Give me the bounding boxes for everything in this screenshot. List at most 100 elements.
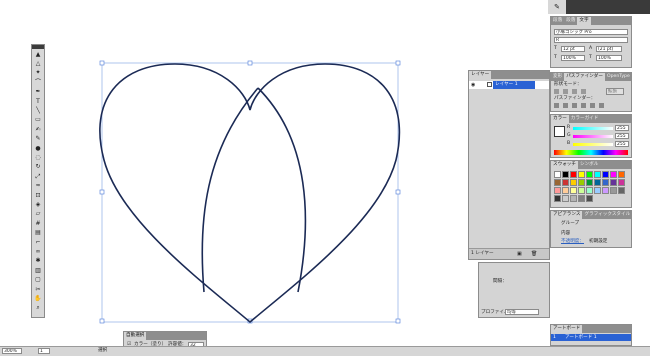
- scale-tool-icon[interactable]: ⤢: [33, 173, 43, 180]
- pen-tool-icon[interactable]: ✒: [33, 89, 43, 96]
- leading-field[interactable]: (21 pt): [596, 46, 622, 52]
- shape-builder-tool-icon[interactable]: ◈: [33, 201, 43, 208]
- merge-icon[interactable]: [572, 103, 577, 108]
- horizontal-scale-field[interactable]: 100%: [596, 55, 622, 61]
- vertical-scale-field[interactable]: 100%: [561, 55, 585, 61]
- swatch[interactable]: [554, 179, 561, 186]
- swatch[interactable]: [618, 179, 625, 186]
- swatch[interactable]: [554, 187, 561, 194]
- swatch[interactable]: [602, 171, 609, 178]
- swatch[interactable]: [610, 171, 617, 178]
- minus-back-icon[interactable]: [599, 103, 604, 108]
- tab-transform[interactable]: 変形: [551, 73, 564, 81]
- rectangle-tool-icon[interactable]: ▭: [33, 117, 43, 124]
- fill-swatch[interactable]: [554, 126, 565, 137]
- swatch[interactable]: [618, 171, 625, 178]
- opacity-link[interactable]: 不透明度：: [561, 239, 584, 245]
- swatch[interactable]: [594, 179, 601, 186]
- intersect-icon[interactable]: [572, 89, 577, 94]
- swatch[interactable]: [570, 187, 577, 194]
- swatch[interactable]: [594, 171, 601, 178]
- swatch[interactable]: [586, 195, 593, 202]
- swatch[interactable]: [562, 171, 569, 178]
- tab-layers[interactable]: レイヤー: [469, 71, 492, 79]
- symbol-sprayer-tool-icon[interactable]: ✱: [33, 258, 43, 265]
- swatch[interactable]: [578, 171, 585, 178]
- swatch[interactable]: [610, 187, 617, 194]
- unite-icon[interactable]: [554, 89, 559, 94]
- swatch[interactable]: [562, 187, 569, 194]
- swatch[interactable]: [562, 179, 569, 186]
- heart-outline-path[interactable]: [99, 63, 401, 324]
- font-style-dropdown[interactable]: R: [554, 37, 628, 43]
- artboard-tool-icon[interactable]: ▢: [33, 277, 43, 284]
- direct-selection-tool-icon[interactable]: △: [33, 60, 43, 67]
- appearance-contents-label[interactable]: 内容: [561, 231, 570, 237]
- graph-tool-icon[interactable]: ▥: [33, 267, 43, 274]
- heart-right-curve-path[interactable]: [257, 87, 307, 293]
- tab-swatches[interactable]: スウォッチ: [551, 161, 578, 169]
- new-layer-icon[interactable]: ▣: [517, 251, 522, 257]
- type-tool-icon[interactable]: T: [33, 98, 43, 105]
- brush-icon[interactable]: ✎: [548, 0, 566, 14]
- tab-graphic-styles[interactable]: グラフィックスタイル: [582, 211, 632, 219]
- tab-color-guide[interactable]: カラーガイド: [569, 115, 601, 123]
- swatch[interactable]: [586, 187, 593, 194]
- artboard-row[interactable]: 1 アートボード 1: [551, 334, 631, 341]
- pencil-tool-icon[interactable]: ✎: [33, 136, 43, 143]
- zoom-tool-icon[interactable]: ⌕: [33, 305, 43, 312]
- expand-button[interactable]: 拡張: [606, 88, 624, 95]
- minus-front-icon[interactable]: [563, 89, 568, 94]
- r-slider[interactable]: [573, 127, 613, 130]
- font-size-field[interactable]: 12 pt: [561, 46, 585, 52]
- swatch[interactable]: [578, 179, 585, 186]
- profile-dropdown[interactable]: 均等: [505, 309, 539, 315]
- rotate-tool-icon[interactable]: ↻: [33, 164, 43, 171]
- swatch[interactable]: [602, 179, 609, 186]
- b-field[interactable]: 255: [615, 141, 629, 147]
- blend-tool-icon[interactable]: ∞: [33, 248, 43, 255]
- layer-row[interactable]: ◉ レイヤー 1: [469, 81, 549, 89]
- perspective-tool-icon[interactable]: ▱: [33, 211, 43, 218]
- r-field[interactable]: 255: [615, 125, 629, 131]
- tab-color[interactable]: カラー: [551, 115, 569, 123]
- tab-paragraph[interactable]: 段落: [551, 17, 564, 25]
- selection-tool-icon[interactable]: ▲: [33, 51, 43, 58]
- swatch[interactable]: [578, 187, 585, 194]
- exclude-icon[interactable]: [581, 89, 586, 94]
- tab-pathfinder[interactable]: パスファインダー: [564, 73, 605, 81]
- swatch[interactable]: [586, 171, 593, 178]
- blob-brush-tool-icon[interactable]: ●: [33, 145, 43, 152]
- slice-tool-icon[interactable]: ✂: [33, 286, 43, 293]
- swatch[interactable]: [554, 195, 561, 202]
- zoom-level-field[interactable]: 300%: [2, 348, 22, 354]
- tab-character[interactable]: 文字: [577, 17, 591, 25]
- swatch[interactable]: [594, 187, 601, 194]
- artboard-page-field[interactable]: 1: [38, 348, 50, 354]
- gradient-tool-icon[interactable]: ▤: [33, 230, 43, 237]
- swatch[interactable]: [586, 179, 593, 186]
- eyedropper-tool-icon[interactable]: ⌐: [33, 239, 43, 246]
- warp-tool-icon[interactable]: ≈: [33, 183, 43, 190]
- divide-icon[interactable]: [554, 103, 559, 108]
- b-slider[interactable]: [573, 143, 613, 146]
- swatch[interactable]: [562, 195, 569, 202]
- lasso-tool-icon[interactable]: ⌒: [33, 79, 43, 86]
- swatch[interactable]: [570, 195, 577, 202]
- eraser-tool-icon[interactable]: ◌: [33, 154, 43, 161]
- g-slider[interactable]: [573, 135, 613, 138]
- layer-name[interactable]: レイヤー 1: [493, 81, 535, 89]
- outline-icon[interactable]: [590, 103, 595, 108]
- font-family-dropdown[interactable]: 小塚ゴシック Pro: [554, 29, 628, 35]
- trim-icon[interactable]: [563, 103, 568, 108]
- eye-icon[interactable]: ◉: [471, 82, 475, 88]
- swatch[interactable]: [610, 179, 617, 186]
- swatch[interactable]: [570, 171, 577, 178]
- crop-icon[interactable]: [581, 103, 586, 108]
- heart-left-curve-path[interactable]: [201, 87, 259, 293]
- trash-icon[interactable]: 🗑: [531, 251, 537, 257]
- tab-symbols[interactable]: シンボル: [578, 161, 600, 169]
- tab-opentype[interactable]: OpenType: [605, 73, 632, 81]
- color-spectrum[interactable]: [554, 150, 628, 155]
- tab-appearance[interactable]: アピアランス: [551, 211, 583, 219]
